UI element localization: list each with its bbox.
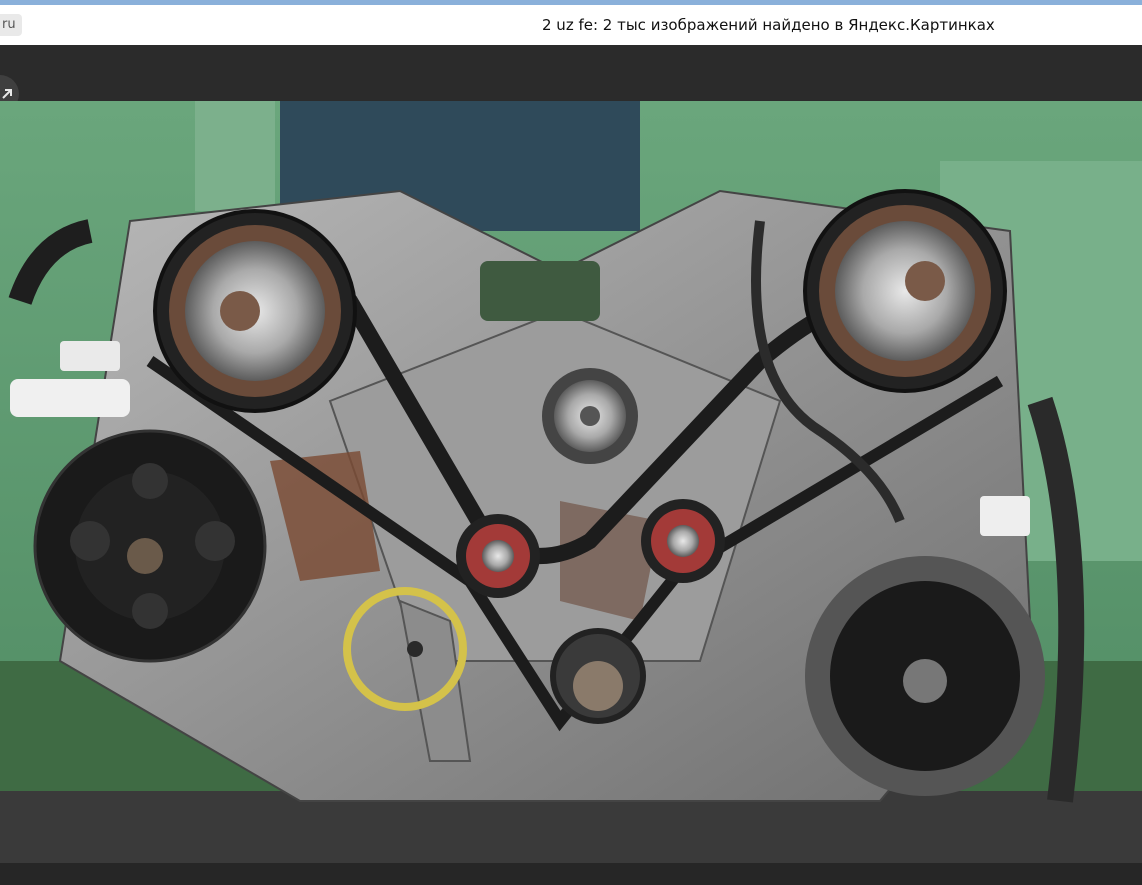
engine-photo[interactable]	[0, 101, 1142, 863]
domain-label[interactable]: ru	[0, 14, 22, 36]
engine-illustration	[0, 101, 1142, 863]
browser-title-bar: ru 2 uz fe: 2 тыс изображений найдено в …	[0, 5, 1142, 45]
viewer-bottom-bar	[0, 863, 1142, 885]
page-title: 2 uz fe: 2 тыс изображений найдено в Янд…	[542, 16, 995, 34]
external-link-icon	[2, 89, 12, 99]
